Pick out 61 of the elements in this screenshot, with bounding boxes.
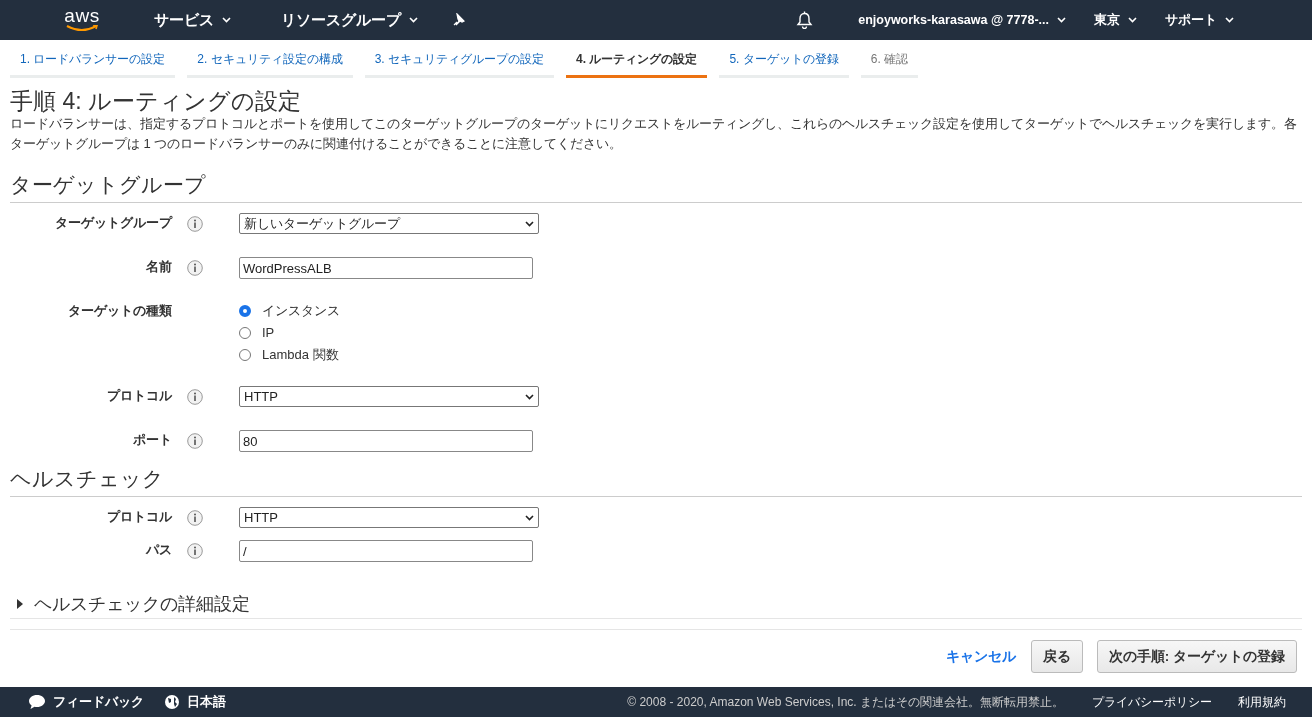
next-button[interactable]: 次の手順: ターゲットの登録	[1096, 640, 1297, 673]
description: ロードバランサーは、指定するプロトコルとポートを使用してこのターゲットグループのターゲットにリクエストをルーティングし、これらのヘルスチェック設定を使用してターゲットでヘルスチェックを実行します。各ターゲットグループは 1 つのロードバランサーのみに関連付けることができることに注意してください。	[10, 115, 1298, 153]
page-title: 手順 4: ルーティングの設定	[10, 88, 302, 114]
radio-label: Lambda 関数	[262, 346, 339, 364]
section-heading: ターゲットグループ	[10, 172, 1302, 203]
field-label: ターゲットの種類	[67, 302, 172, 320]
language-button[interactable]: 日本語	[164, 693, 226, 711]
field-label: ターゲットグループ	[54, 214, 172, 232]
caret-icon	[1128, 17, 1137, 23]
input-field[interactable]: /	[239, 540, 533, 562]
step-tab[interactable]: 4. ルーティングの設定	[566, 48, 708, 78]
expander[interactable]: ヘルスチェックの詳細設定	[10, 580, 1302, 619]
step-tab[interactable]: 5. ターゲットの登録	[719, 48, 849, 78]
caret-icon	[525, 393, 534, 400]
dropdown[interactable]: 新しいターゲットグループ	[239, 213, 539, 234]
feedback-button[interactable]: フィードバック	[28, 693, 144, 711]
dropdown[interactable]: HTTP	[239, 386, 539, 407]
step-tab[interactable]: 2. セキュリティ設定の構成	[187, 48, 353, 78]
field-label: パス	[144, 541, 172, 559]
footer-link[interactable]: 利用規約	[1238, 693, 1286, 711]
radio-label: IP	[262, 324, 275, 342]
field-label: ポート	[132, 431, 172, 449]
cancel-link[interactable]: キャンセル	[945, 647, 1016, 666]
back-button[interactable]: 戻る	[1030, 640, 1083, 673]
info-icon[interactable]	[187, 216, 203, 232]
caret-icon	[525, 220, 534, 227]
info-icon[interactable]	[187, 260, 203, 276]
dropdown[interactable]: HTTP	[239, 507, 539, 528]
radio-button[interactable]	[239, 326, 251, 339]
info-icon[interactable]	[187, 433, 203, 449]
caret-icon	[1057, 17, 1066, 23]
field-label: プロトコル	[106, 508, 172, 526]
field-label: 名前	[145, 258, 172, 276]
nav-menu[interactable]: サポート	[1165, 11, 1234, 29]
globe-icon	[164, 694, 180, 710]
info-icon[interactable]	[187, 543, 203, 559]
speech-bubble-icon	[28, 694, 46, 710]
section-heading: ヘルスチェック	[10, 466, 1302, 497]
radio-label: インスタンス	[262, 302, 340, 320]
info-icon[interactable]	[187, 510, 203, 526]
input-field[interactable]: WordPressALB	[239, 257, 533, 279]
triangle-icon	[16, 599, 24, 609]
caret-icon	[409, 17, 418, 23]
radio-button[interactable]	[239, 348, 251, 361]
account-menu[interactable]: enjoyworks-karasawa @ 7778-...	[858, 13, 1066, 27]
nav-menu[interactable]: リソースグループ	[281, 10, 418, 30]
caret-icon	[1225, 17, 1234, 23]
copyright: © 2008 - 2020, Amazon Web Services, Inc. またはその関連会社。無断転用禁止。	[627, 693, 1064, 711]
step-tab[interactable]: 1. ロードバランサーの設定	[10, 48, 176, 78]
footer-link[interactable]: プライバシーポリシー	[1092, 693, 1212, 711]
caret-icon	[222, 17, 231, 23]
caret-icon	[525, 514, 534, 521]
step-tab[interactable]: 3. セキュリティグループの設定	[364, 48, 555, 78]
aws-logo[interactable]: aws	[60, 7, 104, 33]
nav-menu[interactable]: 東京	[1094, 11, 1137, 29]
field-label: プロトコル	[106, 387, 172, 405]
nav-menu[interactable]: サービス	[154, 10, 231, 30]
bell-icon[interactable]	[796, 11, 814, 29]
info-icon[interactable]	[187, 389, 203, 405]
radio-button[interactable]	[239, 304, 251, 317]
input-field[interactable]: 80	[239, 430, 533, 452]
